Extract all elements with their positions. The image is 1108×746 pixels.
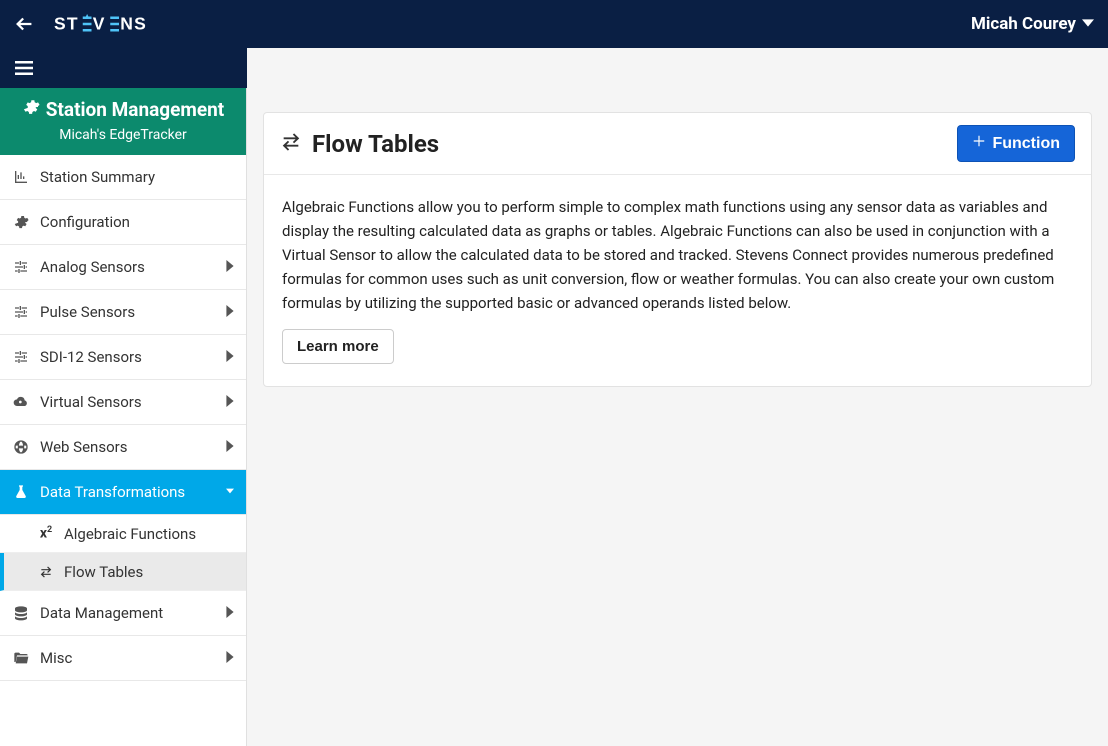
sidebar-item-label: Data Transformations xyxy=(40,483,226,501)
back-arrow-icon[interactable] xyxy=(14,13,36,35)
folder-open-icon xyxy=(12,650,30,666)
flask-icon xyxy=(12,484,30,500)
top-bar: ST V NS Micah Courey xyxy=(0,0,1108,48)
caret-right-icon xyxy=(226,258,234,276)
caret-down-icon xyxy=(1082,14,1094,34)
svg-text:NS: NS xyxy=(120,14,147,34)
caret-down-icon xyxy=(226,483,234,501)
sidebar-item-label: Web Sensors xyxy=(40,438,226,456)
caret-right-icon xyxy=(226,303,234,321)
sidebar-item-misc[interactable]: Misc xyxy=(0,636,246,681)
add-function-button[interactable]: Function xyxy=(957,125,1075,162)
exchange-icon xyxy=(280,131,312,157)
sidebar-subitem-flow-tables[interactable]: Flow Tables xyxy=(0,553,246,591)
sidebar-item-label: Misc xyxy=(40,649,226,667)
caret-right-icon xyxy=(226,438,234,456)
caret-right-icon xyxy=(226,604,234,622)
sidebar-item-label: Station Summary xyxy=(40,168,234,186)
sidebar-section-subtitle: Micah's EdgeTracker xyxy=(8,127,238,143)
sidebar: Station Management Micah's EdgeTracker S… xyxy=(0,48,247,746)
user-name: Micah Courey xyxy=(971,14,1076,34)
caret-right-icon xyxy=(226,649,234,667)
sidebar-item-virtual-sensors[interactable]: Virtual Sensors xyxy=(0,380,246,425)
sidebar-item-label: Configuration xyxy=(40,213,234,231)
gear-icon xyxy=(22,98,40,121)
hamburger-icon[interactable] xyxy=(14,58,34,78)
sidebar-item-label: Pulse Sensors xyxy=(40,303,226,321)
sidebar-item-web-sensors[interactable]: Web Sensors xyxy=(0,425,246,470)
sidebar-item-label: Data Management xyxy=(40,604,226,622)
hamburger-bar xyxy=(0,48,247,88)
sidebar-item-data-transformations[interactable]: Data Transformations xyxy=(0,470,246,515)
add-function-label: Function xyxy=(992,135,1060,153)
sidebar-subitem-algebraic-functions[interactable]: x2 Algebraic Functions xyxy=(0,515,246,553)
x-squared-icon: x2 xyxy=(36,525,56,542)
caret-right-icon xyxy=(226,348,234,366)
sliders-icon xyxy=(12,349,30,365)
svg-text:V: V xyxy=(93,14,106,34)
panel-body: Algebraic Functions allow you to perform… xyxy=(264,175,1091,386)
svg-text:ST: ST xyxy=(54,14,79,34)
learn-more-button[interactable]: Learn more xyxy=(282,329,394,364)
panel-header: Flow Tables Function xyxy=(264,113,1091,175)
chart-icon xyxy=(12,169,30,185)
sidebar-section-title: Station Management xyxy=(46,98,224,121)
sidebar-item-pulse-sensors[interactable]: Pulse Sensors xyxy=(0,290,246,335)
sidebar-item-label: SDI-12 Sensors xyxy=(40,348,226,366)
globe-icon xyxy=(12,439,30,455)
cloud-gears-icon xyxy=(12,394,30,410)
sidebar-section-header: Station Management Micah's EdgeTracker xyxy=(0,88,246,155)
sidebar-item-label: Virtual Sensors xyxy=(40,393,226,411)
content-area: Flow Tables Function Algebraic Functions… xyxy=(247,48,1108,746)
user-menu[interactable]: Micah Courey xyxy=(971,14,1094,34)
database-icon xyxy=(12,605,30,621)
logo: ST V NS xyxy=(54,14,217,34)
gear-icon xyxy=(12,214,30,230)
sliders-icon xyxy=(12,259,30,275)
sidebar-item-sdi12-sensors[interactable]: SDI-12 Sensors xyxy=(0,335,246,380)
sidebar-subitem-label: Flow Tables xyxy=(64,563,143,581)
sidebar-item-analog-sensors[interactable]: Analog Sensors xyxy=(0,245,246,290)
sidebar-item-label: Analog Sensors xyxy=(40,258,226,276)
panel-description: Algebraic Functions allow you to perform… xyxy=(282,195,1073,315)
caret-right-icon xyxy=(226,393,234,411)
sidebar-subitem-label: Algebraic Functions xyxy=(64,525,196,543)
flow-tables-panel: Flow Tables Function Algebraic Functions… xyxy=(263,112,1092,387)
sidebar-nav: Station Summary Configuration Analog Sen… xyxy=(0,155,246,681)
sidebar-item-station-summary[interactable]: Station Summary xyxy=(0,155,246,200)
panel-title: Flow Tables xyxy=(312,130,957,158)
sliders-icon xyxy=(12,304,30,320)
exchange-icon xyxy=(36,565,56,579)
sidebar-item-configuration[interactable]: Configuration xyxy=(0,200,246,245)
sidebar-item-data-management[interactable]: Data Management xyxy=(0,591,246,636)
plus-icon xyxy=(972,134,986,153)
